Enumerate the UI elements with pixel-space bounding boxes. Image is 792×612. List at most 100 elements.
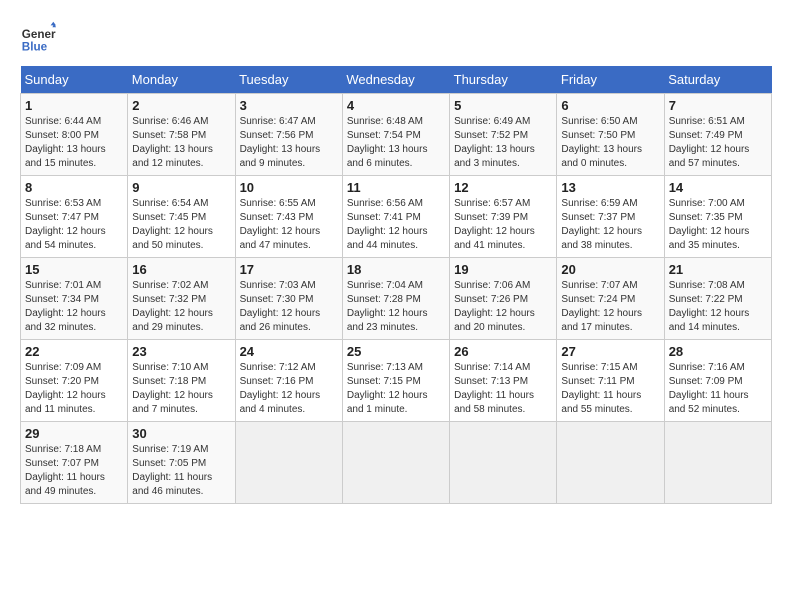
calendar-cell: 28 Sunrise: 7:16 AMSunset: 7:09 PMDaylig…: [664, 340, 771, 422]
page-header: General Blue: [20, 20, 772, 56]
day-info: Sunrise: 6:54 AMSunset: 7:45 PMDaylight:…: [132, 197, 230, 253]
calendar-cell: [235, 422, 342, 504]
day-info: Sunrise: 6:51 AMSunset: 7:49 PMDaylight:…: [669, 115, 767, 171]
day-number: 23: [132, 344, 230, 359]
day-info: Sunrise: 7:09 AMSunset: 7:20 PMDaylight:…: [25, 361, 123, 417]
day-number: 13: [561, 180, 659, 195]
weekday-header: Monday: [128, 66, 235, 94]
calendar-cell: 22 Sunrise: 7:09 AMSunset: 7:20 PMDaylig…: [21, 340, 128, 422]
calendar-cell: 20 Sunrise: 7:07 AMSunset: 7:24 PMDaylig…: [557, 258, 664, 340]
calendar-cell: 8 Sunrise: 6:53 AMSunset: 7:47 PMDayligh…: [21, 176, 128, 258]
calendar-week-row: 15 Sunrise: 7:01 AMSunset: 7:34 PMDaylig…: [21, 258, 772, 340]
day-info: Sunrise: 6:47 AMSunset: 7:56 PMDaylight:…: [240, 115, 338, 171]
calendar-cell: 2 Sunrise: 6:46 AMSunset: 7:58 PMDayligh…: [128, 94, 235, 176]
day-number: 3: [240, 98, 338, 113]
day-info: Sunrise: 6:55 AMSunset: 7:43 PMDaylight:…: [240, 197, 338, 253]
day-info: Sunrise: 6:48 AMSunset: 7:54 PMDaylight:…: [347, 115, 445, 171]
calendar-week-row: 1 Sunrise: 6:44 AMSunset: 8:00 PMDayligh…: [21, 94, 772, 176]
day-number: 6: [561, 98, 659, 113]
day-number: 30: [132, 426, 230, 441]
calendar-cell: 5 Sunrise: 6:49 AMSunset: 7:52 PMDayligh…: [450, 94, 557, 176]
calendar-cell: 11 Sunrise: 6:56 AMSunset: 7:41 PMDaylig…: [342, 176, 449, 258]
calendar-week-row: 29 Sunrise: 7:18 AMSunset: 7:07 PMDaylig…: [21, 422, 772, 504]
calendar-cell: 15 Sunrise: 7:01 AMSunset: 7:34 PMDaylig…: [21, 258, 128, 340]
calendar-cell: 1 Sunrise: 6:44 AMSunset: 8:00 PMDayligh…: [21, 94, 128, 176]
day-number: 16: [132, 262, 230, 277]
calendar-header: SundayMondayTuesdayWednesdayThursdayFrid…: [21, 66, 772, 94]
day-info: Sunrise: 7:19 AMSunset: 7:05 PMDaylight:…: [132, 443, 230, 499]
calendar-cell: 6 Sunrise: 6:50 AMSunset: 7:50 PMDayligh…: [557, 94, 664, 176]
day-info: Sunrise: 7:06 AMSunset: 7:26 PMDaylight:…: [454, 279, 552, 335]
day-number: 15: [25, 262, 123, 277]
day-info: Sunrise: 7:18 AMSunset: 7:07 PMDaylight:…: [25, 443, 123, 499]
day-number: 21: [669, 262, 767, 277]
calendar-cell: 3 Sunrise: 6:47 AMSunset: 7:56 PMDayligh…: [235, 94, 342, 176]
day-info: Sunrise: 6:46 AMSunset: 7:58 PMDaylight:…: [132, 115, 230, 171]
weekday-header: Sunday: [21, 66, 128, 94]
day-number: 22: [25, 344, 123, 359]
day-number: 28: [669, 344, 767, 359]
calendar-cell: 21 Sunrise: 7:08 AMSunset: 7:22 PMDaylig…: [664, 258, 771, 340]
calendar-cell: 30 Sunrise: 7:19 AMSunset: 7:05 PMDaylig…: [128, 422, 235, 504]
calendar-cell: 17 Sunrise: 7:03 AMSunset: 7:30 PMDaylig…: [235, 258, 342, 340]
day-number: 2: [132, 98, 230, 113]
calendar-cell: 25 Sunrise: 7:13 AMSunset: 7:15 PMDaylig…: [342, 340, 449, 422]
day-number: 19: [454, 262, 552, 277]
calendar-cell: 23 Sunrise: 7:10 AMSunset: 7:18 PMDaylig…: [128, 340, 235, 422]
day-info: Sunrise: 7:07 AMSunset: 7:24 PMDaylight:…: [561, 279, 659, 335]
day-number: 27: [561, 344, 659, 359]
logo: General Blue: [20, 20, 56, 56]
day-number: 5: [454, 98, 552, 113]
day-info: Sunrise: 7:16 AMSunset: 7:09 PMDaylight:…: [669, 361, 767, 417]
day-number: 25: [347, 344, 445, 359]
day-info: Sunrise: 7:13 AMSunset: 7:15 PMDaylight:…: [347, 361, 445, 417]
day-info: Sunrise: 7:10 AMSunset: 7:18 PMDaylight:…: [132, 361, 230, 417]
weekday-header: Tuesday: [235, 66, 342, 94]
logo-icon: General Blue: [20, 20, 56, 56]
calendar-cell: 10 Sunrise: 6:55 AMSunset: 7:43 PMDaylig…: [235, 176, 342, 258]
calendar-cell: [342, 422, 449, 504]
calendar-cell: 27 Sunrise: 7:15 AMSunset: 7:11 PMDaylig…: [557, 340, 664, 422]
day-number: 12: [454, 180, 552, 195]
calendar-table: SundayMondayTuesdayWednesdayThursdayFrid…: [20, 66, 772, 504]
calendar-cell: 4 Sunrise: 6:48 AMSunset: 7:54 PMDayligh…: [342, 94, 449, 176]
day-number: 9: [132, 180, 230, 195]
calendar-cell: [664, 422, 771, 504]
day-number: 26: [454, 344, 552, 359]
calendar-cell: 14 Sunrise: 7:00 AMSunset: 7:35 PMDaylig…: [664, 176, 771, 258]
day-number: 14: [669, 180, 767, 195]
day-info: Sunrise: 7:03 AMSunset: 7:30 PMDaylight:…: [240, 279, 338, 335]
svg-text:General: General: [22, 28, 56, 41]
calendar-cell: 7 Sunrise: 6:51 AMSunset: 7:49 PMDayligh…: [664, 94, 771, 176]
day-number: 8: [25, 180, 123, 195]
svg-text:Blue: Blue: [22, 41, 48, 54]
day-info: Sunrise: 6:49 AMSunset: 7:52 PMDaylight:…: [454, 115, 552, 171]
calendar-cell: [557, 422, 664, 504]
day-number: 7: [669, 98, 767, 113]
day-info: Sunrise: 7:00 AMSunset: 7:35 PMDaylight:…: [669, 197, 767, 253]
calendar-cell: 24 Sunrise: 7:12 AMSunset: 7:16 PMDaylig…: [235, 340, 342, 422]
weekday-header: Saturday: [664, 66, 771, 94]
day-info: Sunrise: 7:12 AMSunset: 7:16 PMDaylight:…: [240, 361, 338, 417]
calendar-cell: 26 Sunrise: 7:14 AMSunset: 7:13 PMDaylig…: [450, 340, 557, 422]
day-number: 17: [240, 262, 338, 277]
day-info: Sunrise: 7:14 AMSunset: 7:13 PMDaylight:…: [454, 361, 552, 417]
calendar-week-row: 22 Sunrise: 7:09 AMSunset: 7:20 PMDaylig…: [21, 340, 772, 422]
day-info: Sunrise: 6:59 AMSunset: 7:37 PMDaylight:…: [561, 197, 659, 253]
calendar-cell: 19 Sunrise: 7:06 AMSunset: 7:26 PMDaylig…: [450, 258, 557, 340]
calendar-cell: 12 Sunrise: 6:57 AMSunset: 7:39 PMDaylig…: [450, 176, 557, 258]
calendar-week-row: 8 Sunrise: 6:53 AMSunset: 7:47 PMDayligh…: [21, 176, 772, 258]
calendar-cell: 18 Sunrise: 7:04 AMSunset: 7:28 PMDaylig…: [342, 258, 449, 340]
day-info: Sunrise: 6:57 AMSunset: 7:39 PMDaylight:…: [454, 197, 552, 253]
day-info: Sunrise: 6:56 AMSunset: 7:41 PMDaylight:…: [347, 197, 445, 253]
day-info: Sunrise: 6:53 AMSunset: 7:47 PMDaylight:…: [25, 197, 123, 253]
weekday-header: Friday: [557, 66, 664, 94]
day-number: 10: [240, 180, 338, 195]
calendar-cell: 13 Sunrise: 6:59 AMSunset: 7:37 PMDaylig…: [557, 176, 664, 258]
day-info: Sunrise: 7:02 AMSunset: 7:32 PMDaylight:…: [132, 279, 230, 335]
day-info: Sunrise: 7:15 AMSunset: 7:11 PMDaylight:…: [561, 361, 659, 417]
weekday-header: Thursday: [450, 66, 557, 94]
day-info: Sunrise: 6:50 AMSunset: 7:50 PMDaylight:…: [561, 115, 659, 171]
day-info: Sunrise: 6:44 AMSunset: 8:00 PMDaylight:…: [25, 115, 123, 171]
day-info: Sunrise: 7:01 AMSunset: 7:34 PMDaylight:…: [25, 279, 123, 335]
